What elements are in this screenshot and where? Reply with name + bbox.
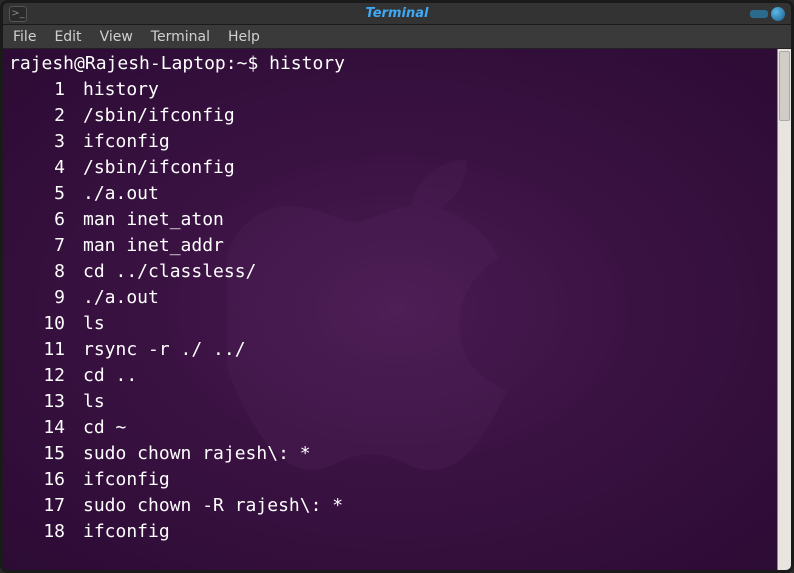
history-row: 6 man inet_aton xyxy=(9,207,771,233)
scrollbar[interactable] xyxy=(777,49,791,570)
menu-view[interactable]: View xyxy=(100,29,133,45)
menu-terminal[interactable]: Terminal xyxy=(151,29,210,45)
history-row: 14 cd ~ xyxy=(9,415,771,441)
history-number: 17 xyxy=(9,493,65,519)
history-row: 18 ifconfig xyxy=(9,519,771,545)
history-number: 6 xyxy=(9,207,65,233)
history-row: 4/sbin/ifconfig xyxy=(9,155,771,181)
history-command: ifconfig xyxy=(83,129,170,155)
history-command: ifconfig xyxy=(83,519,170,545)
history-row: 1 history xyxy=(9,77,771,103)
history-command: cd ../classless/ xyxy=(83,259,256,285)
history-command: ./a.out xyxy=(83,285,159,311)
scrollbar-thumb[interactable] xyxy=(779,51,790,121)
history-number: 15 xyxy=(9,441,65,467)
terminal-content[interactable]: rajesh@Rajesh-Laptop:~$ history 1history… xyxy=(3,49,777,570)
prompt-path: ~ xyxy=(237,53,248,74)
history-row: 2/sbin/ifconfig xyxy=(9,103,771,129)
history-number: 18 xyxy=(9,519,65,545)
terminal-icon: >_ xyxy=(9,6,27,22)
history-number: 16 xyxy=(9,467,65,493)
history-row: 3 ifconfig xyxy=(9,129,771,155)
history-row: 13 ls xyxy=(9,389,771,415)
history-command: ./a.out xyxy=(83,181,159,207)
history-number: 10 xyxy=(9,311,65,337)
history-command: man inet_aton xyxy=(83,207,224,233)
history-row: 9 ./a.out xyxy=(9,285,771,311)
history-command: sudo chown rajesh\: * xyxy=(83,441,311,467)
history-row: 11 rsync -r ./ ../ xyxy=(9,337,771,363)
history-number: 12 xyxy=(9,363,65,389)
history-number: 3 xyxy=(9,129,65,155)
minimize-button[interactable] xyxy=(750,10,768,18)
window-controls xyxy=(750,7,785,21)
terminal-window: >_ Terminal File Edit View Terminal Help… xyxy=(0,0,794,573)
history-number: 13 xyxy=(9,389,65,415)
menu-edit[interactable]: Edit xyxy=(54,29,81,45)
history-command: history xyxy=(83,77,159,103)
history-row: 7 man inet_addr xyxy=(9,233,771,259)
menu-help[interactable]: Help xyxy=(228,29,260,45)
history-command: ls xyxy=(83,389,105,415)
history-command: sudo chown -R rajesh\: * xyxy=(83,493,343,519)
history-number: 8 xyxy=(9,259,65,285)
history-number: 4 xyxy=(9,155,65,181)
history-row: 5 ./a.out xyxy=(9,181,771,207)
history-number: 1 xyxy=(9,77,65,103)
history-command: rsync -r ./ ../ xyxy=(83,337,246,363)
menubar: File Edit View Terminal Help xyxy=(3,25,791,49)
history-command: man inet_addr xyxy=(83,233,224,259)
typed-command: history xyxy=(269,53,345,74)
history-number: 9 xyxy=(9,285,65,311)
prompt-user-host: rajesh@Rajesh-Laptop xyxy=(9,53,226,74)
prompt-symbol: $ xyxy=(247,53,258,74)
history-row: 12 cd .. xyxy=(9,363,771,389)
history-number: 11 xyxy=(9,337,65,363)
history-command: cd ~ xyxy=(83,415,126,441)
history-row: 16 ifconfig xyxy=(9,467,771,493)
history-number: 5 xyxy=(9,181,65,207)
history-row: 8 cd ../classless/ xyxy=(9,259,771,285)
history-number: 2 xyxy=(9,103,65,129)
close-button[interactable] xyxy=(771,7,785,21)
history-command: /sbin/ifconfig xyxy=(83,103,235,129)
history-row: 15 sudo chown rajesh\: * xyxy=(9,441,771,467)
titlebar[interactable]: >_ Terminal xyxy=(3,3,791,25)
history-command: ifconfig xyxy=(83,467,170,493)
menu-file[interactable]: File xyxy=(13,29,36,45)
history-row: 17 sudo chown -R rajesh\: * xyxy=(9,493,771,519)
history-command: /sbin/ifconfig xyxy=(83,155,235,181)
history-command: cd .. xyxy=(83,363,137,389)
terminal-area[interactable]: rajesh@Rajesh-Laptop:~$ history 1history… xyxy=(3,49,791,570)
history-number: 14 xyxy=(9,415,65,441)
history-row: 10 ls xyxy=(9,311,771,337)
history-command: ls xyxy=(83,311,105,337)
history-number: 7 xyxy=(9,233,65,259)
window-title: Terminal xyxy=(366,6,429,21)
